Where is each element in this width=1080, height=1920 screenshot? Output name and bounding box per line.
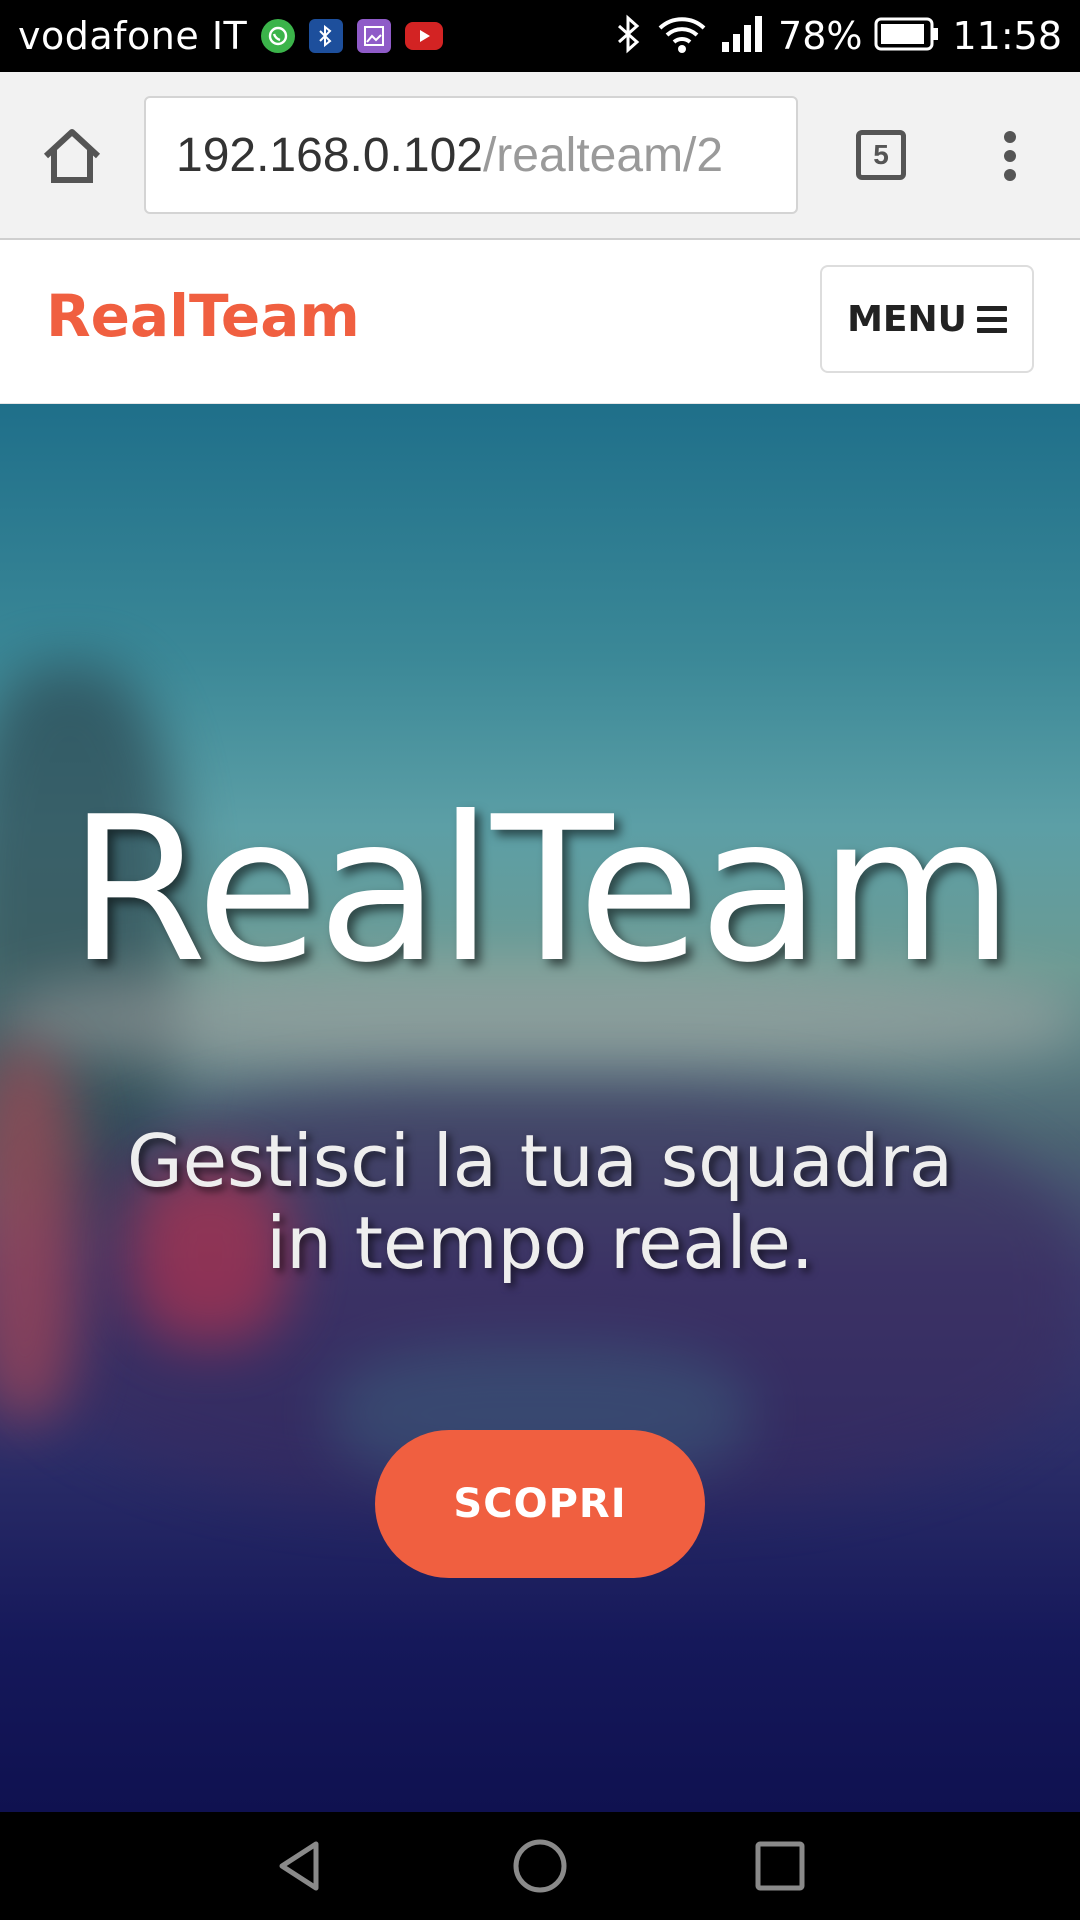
clock: 11:58 — [952, 14, 1062, 58]
hero-section: RealTeam Gestisci la tua squadra in temp… — [0, 404, 1080, 1812]
hero-title: RealTeam — [68, 774, 1014, 1007]
youtube-icon — [405, 22, 444, 50]
site-navbar: RealTeam MENU — [0, 240, 1080, 404]
hero-bg-red-left — [0, 1044, 80, 1424]
url-path: /realteam/2 — [482, 128, 724, 182]
battery-percent: 78% — [778, 14, 863, 58]
brand-logo[interactable]: RealTeam — [46, 282, 360, 350]
wifi-icon — [656, 14, 708, 58]
bluetooth-status-icon — [614, 14, 644, 58]
battery-icon — [874, 16, 940, 56]
status-bar: vodafone IT 78% 11:58 — [0, 0, 1080, 72]
address-bar[interactable]: 192.168.0.102/realteam/2 — [144, 96, 798, 214]
signal-icon — [720, 14, 766, 58]
recents-icon[interactable] — [752, 1838, 808, 1894]
bluetooth-icon — [309, 19, 344, 53]
tab-switcher-button[interactable]: 5 — [856, 130, 906, 180]
url-host: 192.168.0.102 — [176, 128, 483, 182]
menu-button[interactable]: MENU — [820, 265, 1034, 373]
carrier-name: vodafone IT — [18, 14, 248, 58]
gallery-icon — [357, 19, 392, 53]
whatsapp-icon — [261, 19, 296, 53]
home-circle-icon[interactable] — [512, 1838, 568, 1894]
browser-toolbar: 192.168.0.102/realteam/2 5 — [0, 72, 1080, 240]
back-icon[interactable] — [272, 1838, 328, 1894]
hero-subtitle: Gestisci la tua squadra in tempo reale. — [126, 1119, 954, 1285]
hamburger-icon — [976, 305, 1007, 333]
menu-label: MENU — [847, 298, 967, 340]
more-options-icon[interactable] — [990, 124, 1030, 188]
scopri-button[interactable]: SCOPRI — [375, 1430, 705, 1578]
system-navigation-bar — [0, 1812, 1080, 1920]
home-icon[interactable] — [40, 124, 104, 188]
